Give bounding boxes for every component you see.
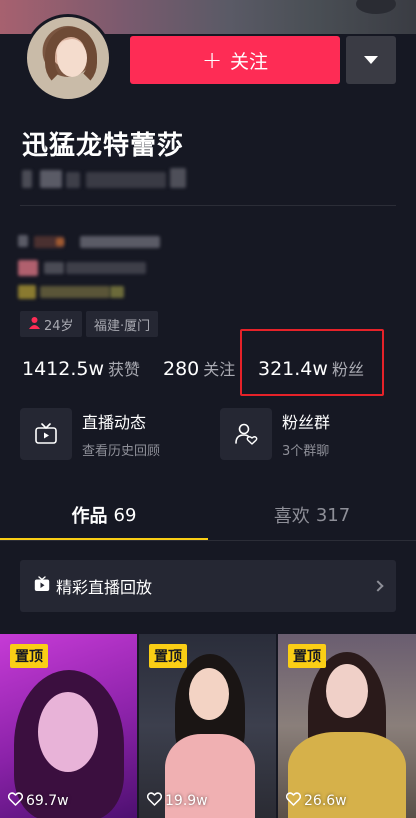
- follow-button[interactable]: + 关注: [130, 36, 340, 84]
- chevron-right-icon: [372, 580, 384, 592]
- pinned-badge: 置顶: [288, 644, 326, 668]
- video-thumbnail[interactable]: 置顶 19.9w: [139, 634, 276, 818]
- live-replay-label: 精彩直播回放: [56, 578, 153, 597]
- blurred-bio: [66, 262, 146, 274]
- pinned-badge: 置顶: [149, 644, 187, 668]
- divider: [20, 205, 396, 206]
- plus-icon: +: [201, 46, 223, 74]
- live-activity-subtitle: 查看历史回顾: [82, 444, 161, 459]
- age-text: 24岁: [44, 318, 74, 334]
- tv-icon: [20, 408, 72, 460]
- live-replay-icon: [34, 576, 50, 596]
- likes-label: 获赞: [108, 360, 141, 379]
- tabs-divider: [0, 540, 416, 541]
- followers-highlight-box: [240, 329, 384, 396]
- age-tag: 24岁: [20, 311, 82, 337]
- heart-icon: [285, 792, 302, 810]
- tab-likes-count: 317: [315, 504, 351, 526]
- banner-decoration: [356, 0, 396, 14]
- blurred-bio: [40, 286, 110, 298]
- video-likes-count: 26.6w: [304, 793, 347, 809]
- location-tag: 福建·厦门: [86, 311, 159, 337]
- avatar-face: [57, 39, 87, 77]
- heart-icon: [7, 792, 24, 810]
- content-tabs: 作品 69 喜欢 317: [0, 492, 416, 541]
- blurred-bio: [110, 286, 124, 298]
- tab-likes[interactable]: 喜欢 317: [208, 492, 416, 538]
- live-activity-entry[interactable]: 直播动态 查看历史回顾: [20, 408, 160, 460]
- live-activity-title: 直播动态: [82, 413, 147, 432]
- more-options-button[interactable]: [346, 36, 396, 84]
- dropdown-triangle-icon: [364, 56, 378, 64]
- follow-label: 关注: [230, 50, 269, 73]
- blurred-bio: [44, 262, 64, 274]
- tab-works-label: 作品: [71, 506, 108, 527]
- video-likes-count: 69.7w: [26, 793, 69, 809]
- blurred-bio: [18, 260, 38, 276]
- blurred-bio: [18, 235, 28, 247]
- avatar[interactable]: [24, 14, 112, 102]
- blurred-id: [170, 168, 186, 188]
- fan-group-entry[interactable]: 粉丝群 3个群聊: [220, 408, 330, 460]
- blurred-id: [66, 172, 80, 188]
- female-icon: [28, 316, 41, 333]
- thumbnail-figure: [189, 668, 229, 720]
- video-likes: 19.9w: [146, 792, 208, 810]
- fan-group-icon: [220, 408, 272, 460]
- pinned-badge: 置顶: [10, 644, 48, 668]
- location-text: 福建·厦门: [94, 318, 151, 334]
- fan-group-subtitle: 3个群聊: [282, 444, 330, 459]
- blurred-id: [40, 170, 62, 188]
- following-count: 280: [163, 358, 200, 380]
- video-likes: 69.7w: [7, 792, 69, 810]
- profile-name: 迅猛龙特蕾莎: [22, 131, 185, 161]
- blurred-bio: [80, 236, 160, 248]
- video-grid: 置顶 69.7w 置顶 19.9w 置顶 26.6w: [0, 634, 416, 818]
- video-likes-count: 19.9w: [165, 793, 208, 809]
- video-thumbnail[interactable]: 置顶 26.6w: [278, 634, 416, 818]
- thumbnail-figure: [38, 692, 98, 772]
- blurred-bio: [18, 285, 36, 299]
- thumbnail-figure: [326, 664, 368, 718]
- following-stat[interactable]: 280 关注: [163, 356, 235, 380]
- tab-works[interactable]: 作品 69: [0, 492, 208, 538]
- video-likes: 26.6w: [285, 792, 347, 810]
- following-label: 关注: [203, 360, 236, 379]
- likes-count: 1412.5w: [22, 358, 105, 380]
- fan-group-title: 粉丝群: [282, 413, 331, 432]
- blurred-id: [22, 170, 32, 188]
- live-replay-entry[interactable]: 精彩直播回放: [20, 560, 396, 612]
- video-thumbnail[interactable]: 置顶 69.7w: [0, 634, 137, 818]
- heart-icon: [146, 792, 163, 810]
- likes-stat[interactable]: 1412.5w 获赞: [22, 356, 140, 380]
- tab-works-count: 69: [113, 504, 137, 526]
- blurred-bio: [56, 238, 64, 246]
- blurred-id: [86, 172, 166, 188]
- tab-likes-label: 喜欢: [273, 506, 310, 527]
